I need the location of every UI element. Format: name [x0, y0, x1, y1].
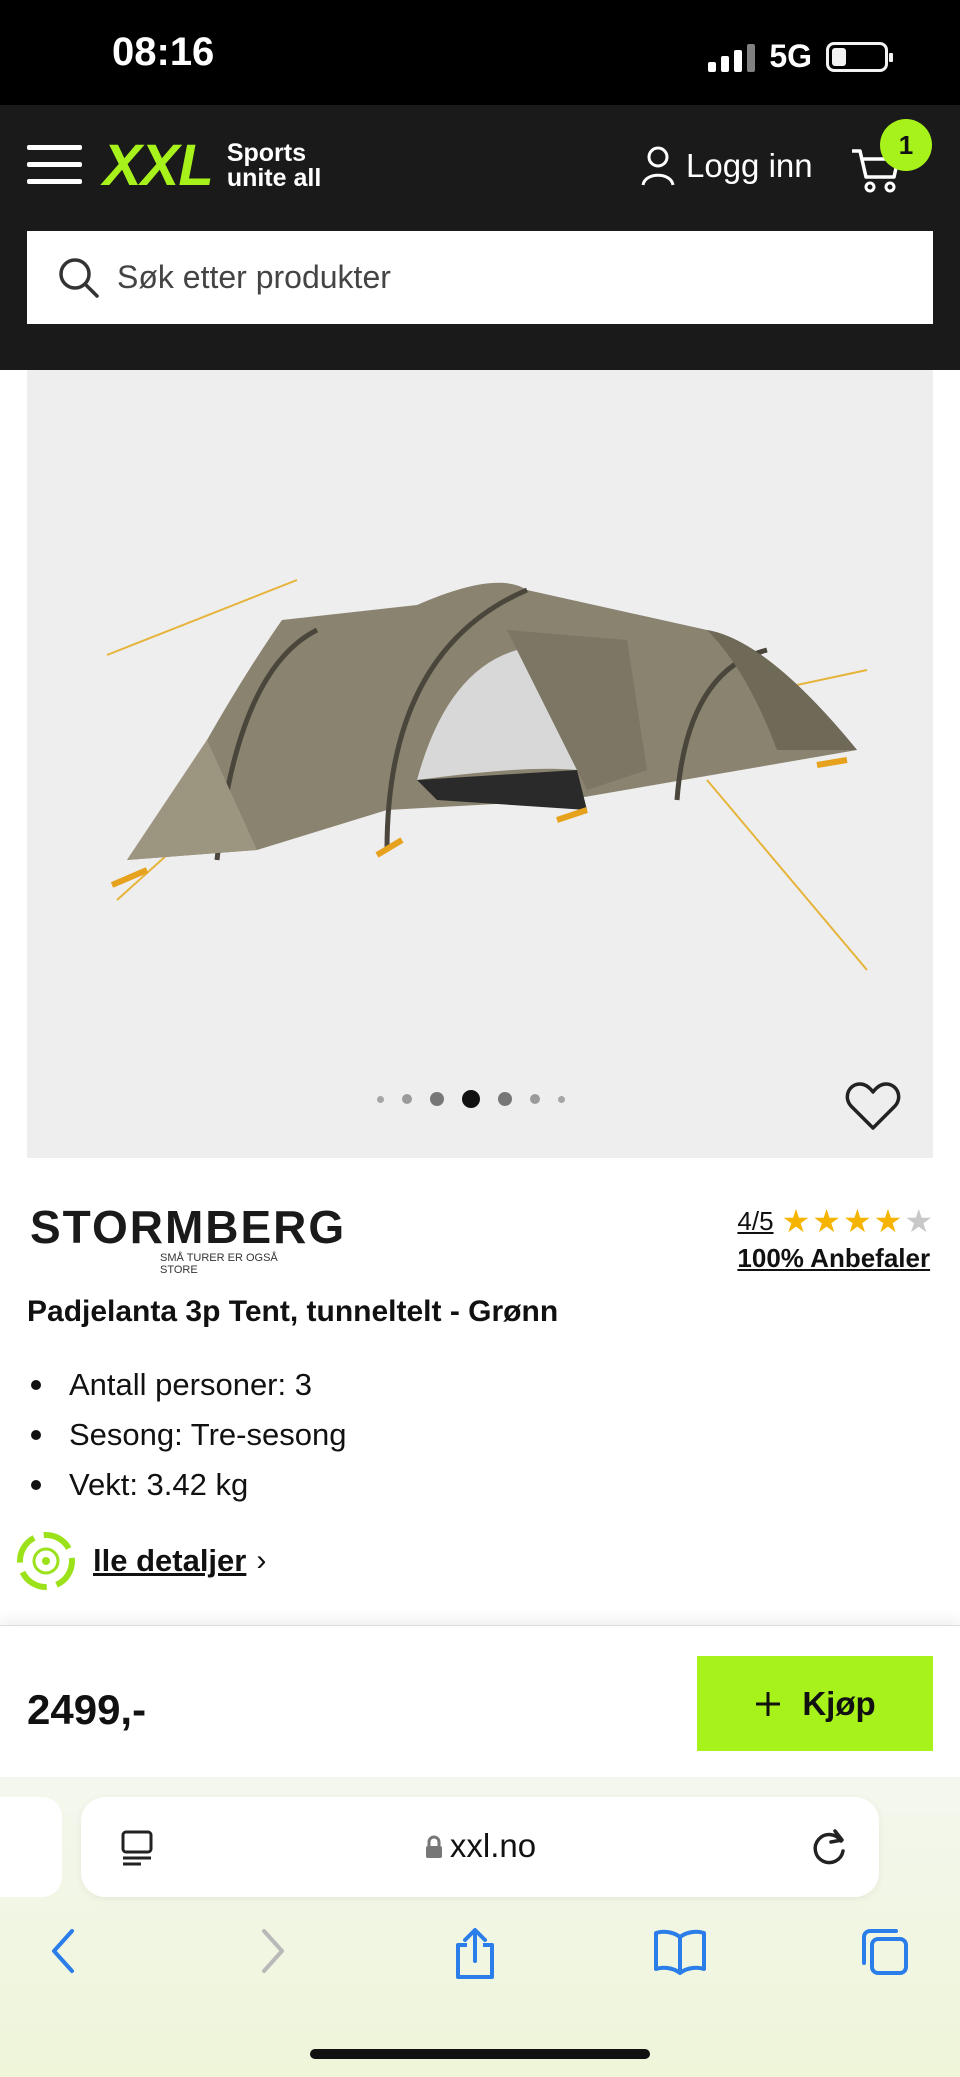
browser-toolbar — [0, 1927, 960, 2007]
brand-logo[interactable]: STORMBERG SMÅ TURER ER OGSÅ STORE — [30, 1200, 347, 1276]
signal-icon — [708, 42, 756, 72]
brand-tagline: SMÅ TURER ER OGSÅ STORE — [160, 1252, 278, 1276]
star-empty-icon: ★ — [904, 1203, 933, 1239]
product-specs: Antall personer: 3 Sesong: Tre-sesong Ve… — [27, 1360, 346, 1510]
back-arrow-icon[interactable] — [48, 1927, 78, 1975]
address-bar[interactable]: xxl.no — [81, 1797, 879, 1897]
cart-count-badge: 1 — [880, 119, 932, 171]
battery-icon — [826, 41, 893, 72]
product-rating[interactable]: 4/5 ★ ★ ★ ★ ★ 100% Anbefaler — [737, 1205, 933, 1274]
buy-button[interactable]: Kjøp — [697, 1656, 933, 1751]
recommend-link[interactable]: 100% Anbefaler — [737, 1243, 933, 1274]
gallery-dot[interactable] — [558, 1095, 565, 1103]
gallery-dot[interactable] — [377, 1095, 384, 1103]
rating-score[interactable]: 4/5 — [737, 1206, 773, 1237]
search-placeholder: Søk etter produkter — [117, 259, 391, 295]
gallery-dot-active[interactable] — [462, 1090, 480, 1108]
browser-chrome: xxl.no — [0, 1777, 960, 2077]
url-text: xxl.no — [449, 1827, 537, 1864]
gallery-pagination[interactable] — [377, 1090, 565, 1108]
rating-stars: ★ ★ ★ ★ ★ — [782, 1205, 933, 1237]
url-display: xxl.no — [81, 1827, 879, 1865]
star-filled-icon: ★ — [781, 1203, 811, 1239]
user-icon — [641, 146, 675, 186]
forward-arrow-icon[interactable] — [258, 1927, 288, 1975]
lock-icon — [425, 1835, 442, 1858]
star-filled-icon: ★ — [873, 1203, 903, 1239]
previous-tab[interactable] — [0, 1797, 62, 1897]
xxl-logo[interactable]: XXL Sports unite all — [103, 137, 321, 195]
logo-tagline: Sports unite all — [227, 141, 321, 191]
brand-wordmark: STORMBERG — [30, 1201, 347, 1253]
buy-bar: 2499,- Kjøp — [0, 1625, 960, 1777]
network-label: 5G — [769, 38, 812, 74]
product-title: Padjelanta 3p Tent, tunneltelt - Grønn — [27, 1295, 559, 1328]
status-bar: 08:16 5G — [0, 0, 960, 105]
tabs-icon[interactable] — [858, 1927, 910, 1977]
status-indicators: 5G — [708, 38, 893, 75]
hamburger-menu-icon[interactable] — [27, 145, 82, 185]
product-image-gallery[interactable] — [27, 370, 933, 1158]
share-icon[interactable] — [452, 1927, 498, 1981]
gallery-dot[interactable] — [530, 1094, 540, 1104]
tent-product-image — [106, 579, 868, 971]
recycle-badge-icon — [17, 1532, 75, 1590]
logo-tagline-line1: Sports — [226, 139, 306, 167]
star-filled-icon: ★ — [812, 1203, 841, 1239]
spec-item: Antall personer: 3 — [27, 1360, 346, 1410]
logo-wordmark: XXL — [103, 133, 214, 198]
chevron-right-icon: › — [256, 1544, 267, 1577]
details-link-label: lle detaljer — [93, 1543, 247, 1578]
product-price: 2499,- — [27, 1686, 147, 1733]
plus-icon — [756, 1691, 781, 1716]
site-header: XXL Sports unite all Logg inn 1 Søk ette… — [0, 105, 960, 370]
spec-item: Sesong: Tre-sesong — [27, 1410, 346, 1460]
details-link[interactable]: lle detaljer › — [15, 1530, 266, 1592]
heart-icon[interactable] — [845, 1080, 901, 1132]
spec-item: Vekt: 3.42 kg — [27, 1460, 346, 1510]
status-time: 08:16 — [112, 30, 215, 74]
gallery-dot[interactable] — [402, 1094, 412, 1104]
reload-icon[interactable] — [809, 1825, 849, 1867]
gallery-dot[interactable] — [498, 1092, 512, 1106]
home-indicator — [310, 2049, 650, 2059]
bookmarks-icon[interactable] — [652, 1927, 708, 1975]
logo-tagline-line2: unite all — [226, 164, 322, 192]
login-label: Logg inn — [686, 147, 813, 184]
gallery-dot[interactable] — [430, 1092, 444, 1106]
buy-button-label: Kjøp — [802, 1684, 876, 1722]
search-input[interactable]: Søk etter produkter — [27, 231, 933, 324]
login-button[interactable]: Logg inn — [640, 145, 813, 187]
star-filled-icon: ★ — [842, 1203, 872, 1239]
search-icon — [59, 257, 99, 298]
